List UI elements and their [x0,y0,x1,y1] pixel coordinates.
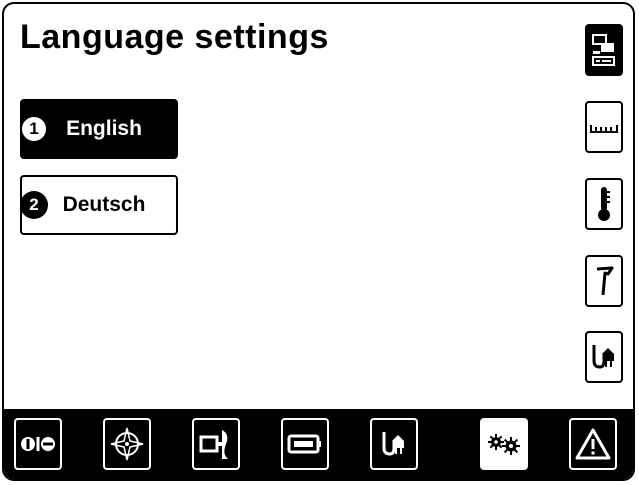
settings-gears-icon [486,432,522,456]
language-deutsch-button[interactable]: 2 Deutsch [20,175,178,235]
bottom-item-tanks[interactable] [192,418,240,470]
bottom-item-compass[interactable] [103,418,151,470]
tank-gauge-icon [198,426,234,462]
bottom-item-switches[interactable] [14,418,62,470]
bottom-navigation-bar [4,409,633,479]
sidebar-item-display-settings[interactable] [585,24,623,76]
page-title: Language settings [20,18,329,56]
switches-icon [20,434,56,454]
thermometer-icon [594,184,614,224]
bottom-item-alarms[interactable] [569,418,617,470]
shore-power-icon [379,426,409,462]
option-number-badge: 1 [20,115,48,143]
display-settings-icon [591,32,617,68]
language-label: English [66,117,142,140]
sidebar-item-units[interactable] [585,101,623,153]
flag-icon [593,263,615,299]
bottom-item-battery[interactable] [281,418,329,470]
language-english-button[interactable]: 1 English [20,99,178,159]
option-number-badge: 2 [20,191,48,219]
warning-icon [575,427,611,461]
sidebar-item-temperature[interactable] [585,178,623,230]
shore-power-icon [589,339,619,375]
battery-icon [287,433,323,455]
compass-icon [109,426,145,462]
sidebar-item-flag[interactable] [585,255,623,307]
language-label: Deutsch [62,193,146,216]
ruler-units-icon [589,117,619,137]
device-screen: Language settings 1 English 2 Deutsch [2,2,635,481]
bottom-item-shore-power[interactable] [370,418,418,470]
bottom-item-settings[interactable] [480,418,528,470]
sidebar-item-shore-power[interactable] [585,331,623,383]
